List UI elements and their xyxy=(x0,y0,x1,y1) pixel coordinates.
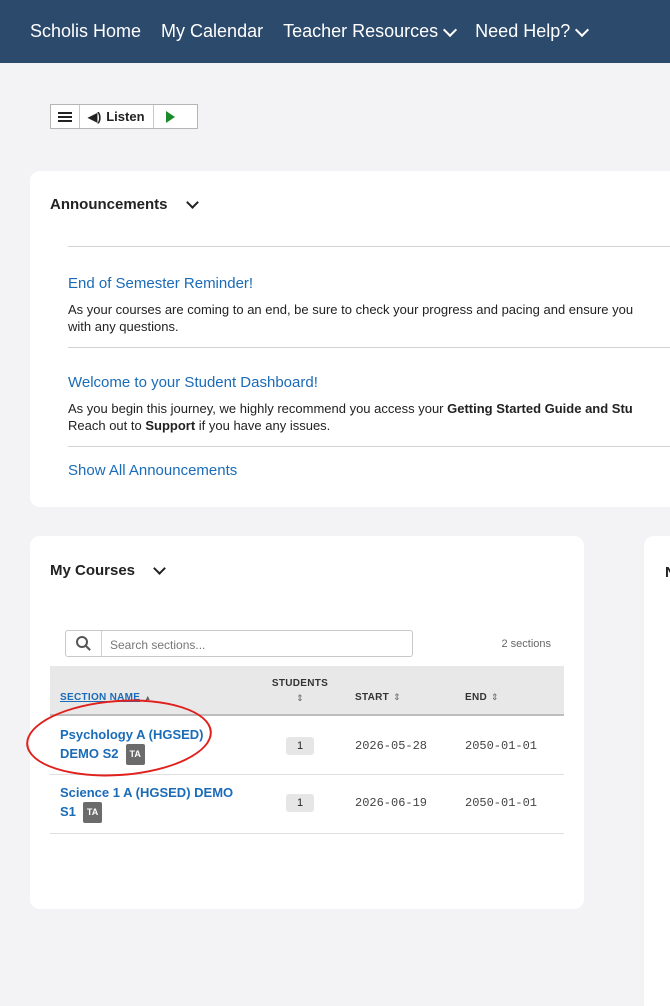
sort-icon: ⇕ xyxy=(296,693,304,703)
column-label: SECTION NAME xyxy=(60,692,141,703)
column-label: STUDENTS xyxy=(271,678,329,689)
my-courses-card: My Courses 2 sections SECTION NAME▲ STUD… xyxy=(30,536,584,909)
nav-teacher-resources-label: Teacher Resources xyxy=(283,21,439,41)
table-row: Psychology A (HGSED) DEMO S2 TA 1 2026-05… xyxy=(50,716,564,775)
chevron-down-icon xyxy=(185,196,199,209)
announcement-body-line: with any questions. xyxy=(68,319,179,334)
announcement-body: As you begin this journey, we highly rec… xyxy=(68,400,670,434)
announcement-body-line: As your courses are coming to an end, be… xyxy=(68,302,634,317)
start-date: 2026-06-19 xyxy=(355,796,428,810)
play-icon xyxy=(166,110,176,123)
chevron-down-icon xyxy=(575,22,590,37)
chevron-down-icon xyxy=(153,562,166,575)
play-button[interactable] xyxy=(154,105,188,128)
announcement-body: As your courses are coming to an end, be… xyxy=(68,301,670,335)
my-courses-header[interactable]: My Courses xyxy=(50,562,166,579)
column-header-section-name[interactable]: SECTION NAME ▲ xyxy=(60,692,152,703)
course-name-line: Psychology A (HGSED) xyxy=(60,727,204,742)
course-name-line: Science 1 A (HGSED) DEMO xyxy=(60,785,234,800)
announcement-title-link[interactable]: End of Semester Reminder! xyxy=(68,275,253,292)
announcement-title-link[interactable]: Welcome to your Student Dashboard! xyxy=(68,374,318,391)
table-row: Science 1 A (HGSED) DEMO S1 TA 1 2026-06-… xyxy=(50,775,564,834)
course-link[interactable]: Psychology A (HGSED) DEMO S2 TA xyxy=(60,725,204,766)
start-date: 2026-05-28 xyxy=(355,739,428,753)
ta-badge: TA xyxy=(125,744,145,766)
nav-my-calendar[interactable]: My Calendar xyxy=(161,21,263,42)
chevron-down-icon xyxy=(443,22,458,37)
search-box xyxy=(65,630,413,658)
announcement-bold-text: Getting Started Guide and Stu xyxy=(447,401,633,416)
announcement-body-line: Reach out to Support if you have any iss… xyxy=(68,417,670,434)
students-count-badge: 1 xyxy=(286,794,314,812)
sections-count: 2 sections xyxy=(501,638,551,650)
sort-icon: ⇕ xyxy=(491,692,499,702)
announcement-body-line: As you begin this journey, we highly rec… xyxy=(68,400,670,417)
nav-need-help-label: Need Help? xyxy=(475,21,571,41)
search-icon xyxy=(76,636,88,648)
speaker-icon: ◀) xyxy=(88,109,102,124)
nav-need-help[interactable]: Need Help? xyxy=(475,21,590,42)
show-all-announcements-link[interactable]: Show All Announcements xyxy=(68,462,237,479)
announcements-title: Announcements xyxy=(50,196,168,213)
column-label: END xyxy=(465,692,488,703)
divider xyxy=(68,446,670,447)
column-header-start[interactable]: START ⇕ xyxy=(355,692,401,703)
sort-ascending-icon: ▲ xyxy=(144,695,152,702)
right-panel-card: N xyxy=(644,536,670,1006)
top-navigation: Scholis Home My Calendar Teacher Resourc… xyxy=(0,0,670,63)
announcement-text: As you begin this journey, we highly rec… xyxy=(68,401,448,416)
menu-icon xyxy=(58,111,72,122)
column-header-end[interactable]: END ⇕ xyxy=(465,692,499,703)
table-header: SECTION NAME ▲ STUDENTS ⇕ START ⇕ END ⇕ xyxy=(50,666,564,716)
column-header-students[interactable]: STUDENTS ⇕ xyxy=(260,677,340,705)
course-name-line: DEMO S2 xyxy=(60,746,119,761)
ta-badge: TA xyxy=(82,802,103,824)
end-date: 2050-01-01 xyxy=(465,739,538,753)
sort-icon: ⇕ xyxy=(393,692,401,702)
announcements-header[interactable]: Announcements xyxy=(50,196,199,213)
listen-menu-button[interactable] xyxy=(51,105,80,128)
search-input[interactable] xyxy=(108,631,402,658)
support-link[interactable]: Support xyxy=(145,418,195,433)
right-panel-heading: N xyxy=(665,564,670,581)
nav-teacher-resources[interactable]: Teacher Resources xyxy=(283,21,458,42)
divider xyxy=(68,246,670,247)
listen-button[interactable]: ◀) Listen xyxy=(80,105,154,128)
course-link[interactable]: Science 1 A (HGSED) DEMO S1 TA xyxy=(60,783,234,824)
column-label: START xyxy=(355,692,390,703)
listen-toolbar: ◀) Listen xyxy=(50,104,198,129)
divider xyxy=(68,347,670,348)
my-courses-title: My Courses xyxy=(50,562,136,579)
nav-scholis-home[interactable]: Scholis Home xyxy=(30,21,141,42)
announcement-text: if you have any issues. xyxy=(195,418,331,433)
end-date: 2050-01-01 xyxy=(465,796,538,810)
search-button[interactable] xyxy=(66,631,102,656)
students-count-badge: 1 xyxy=(286,737,314,755)
listen-label: Listen xyxy=(106,109,145,124)
course-name-line: S1 xyxy=(60,804,76,819)
announcement-text: Reach out to xyxy=(68,418,146,433)
announcements-card: Announcements End of Semester Reminder! … xyxy=(30,171,670,507)
